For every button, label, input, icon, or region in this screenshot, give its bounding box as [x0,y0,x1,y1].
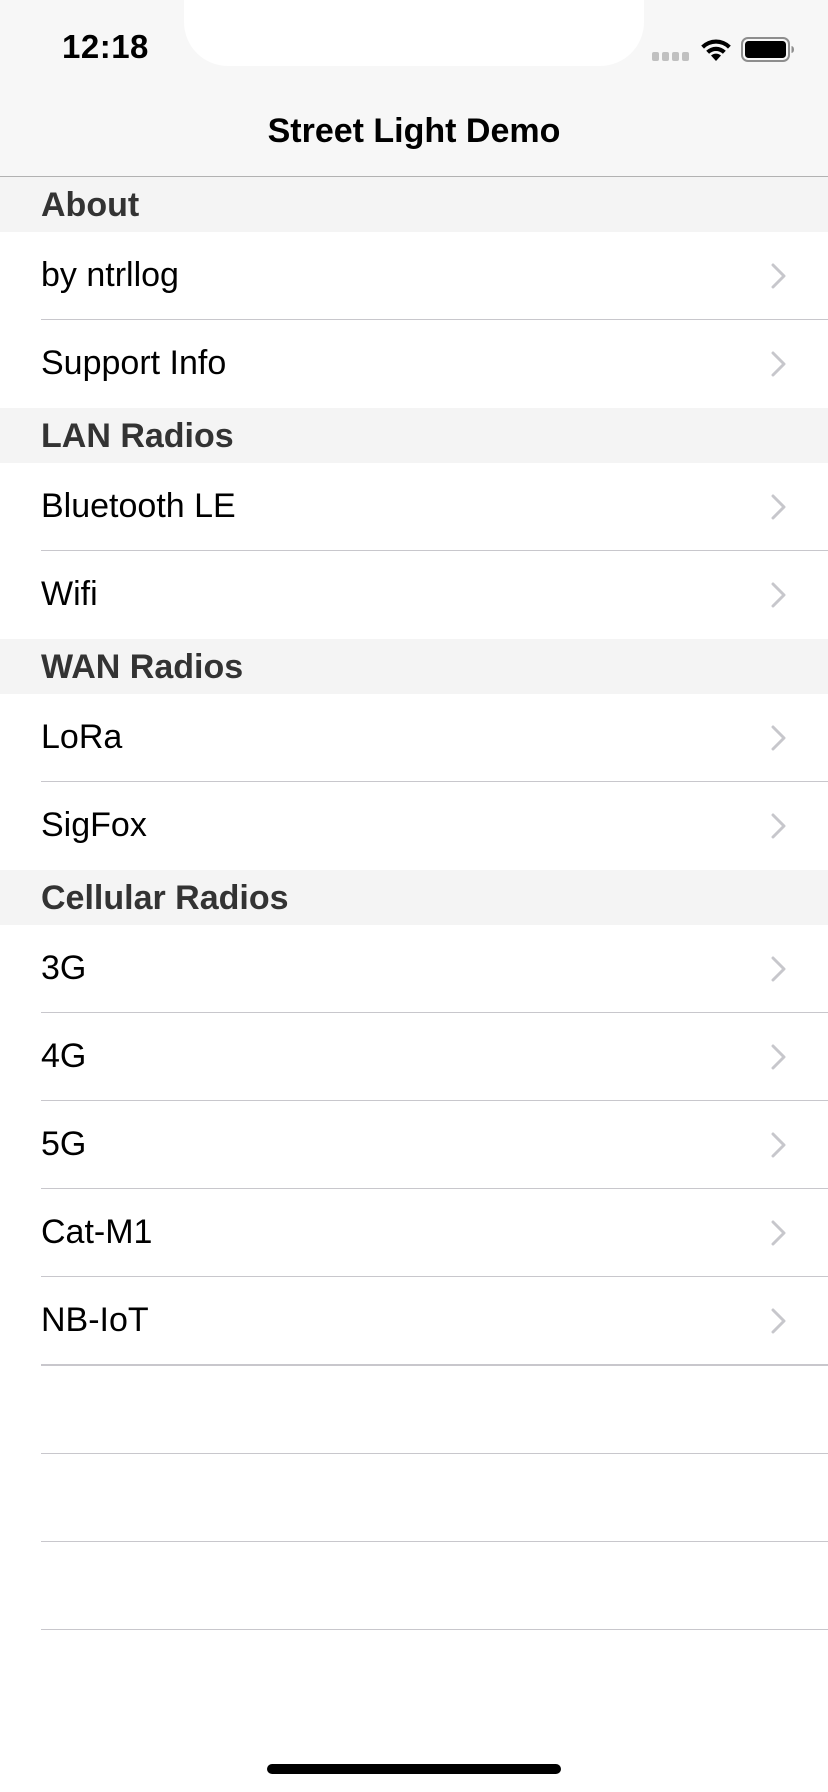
status-bar: 12:18 [0,0,828,100]
list-item-label: Wifi [41,575,98,613]
empty-row [0,1366,828,1454]
chevron-right-icon-glyph [771,582,786,608]
list-item-lora[interactable]: LoRa [0,694,828,782]
chevron-right-icon [771,263,787,289]
status-time: 12:18 [62,28,149,65]
list-item-5g[interactable]: 5G [0,1101,828,1189]
chevron-right-icon-glyph [771,1132,786,1158]
list-item-bluetooth-le[interactable]: Bluetooth LE [0,463,828,551]
wifi-icon [699,36,733,62]
list-item-by-ntrllog[interactable]: by ntrllog [0,232,828,320]
list-item-label: 4G [41,1037,87,1075]
chevron-right-icon-glyph [771,351,786,377]
chevron-right-icon-glyph [771,956,786,982]
list-item-label: 3G [41,949,87,987]
chevron-right-icon-glyph [771,263,786,289]
section-header-about: About [0,177,828,232]
empty-row [0,1454,828,1542]
chevron-right-icon-glyph [771,494,786,520]
radio-list-table: About by ntrllog Support Info LAN Radios Blu… [0,177,828,1365]
row-separator [41,1629,828,1630]
chevron-right-icon-glyph [771,725,786,751]
section-header-label: Cellular Radios [41,879,289,917]
chevron-right-icon-glyph [771,1220,786,1246]
list-item-label: Cat-M1 [41,1213,153,1251]
list-item-4g[interactable]: 4G [0,1013,828,1101]
section-header-label: About [41,186,140,224]
home-indicator[interactable] [267,1764,561,1774]
empty-row [0,1542,828,1630]
list-item-label: by ntrllog [41,256,179,294]
chevron-right-icon [771,813,787,839]
list-item-wifi[interactable]: Wifi [0,551,828,639]
chevron-right-icon [771,1044,787,1070]
device-notch [184,0,644,66]
navigation-bar: Street Light Demo [0,100,828,177]
section-header-cellular-radios: Cellular Radios [0,870,828,925]
chevron-right-icon [771,351,787,377]
section-header-lan-radios: LAN Radios [0,408,828,463]
chevron-right-icon [771,956,787,982]
chevron-right-icon-glyph [771,1044,786,1070]
list-item-label: LoRa [41,718,123,756]
cellular-signal-icon [652,52,692,62]
chevron-right-icon [771,1220,787,1246]
list-item-label: Bluetooth LE [41,487,236,525]
list-item-label: 5G [41,1125,87,1163]
section-header-label: WAN Radios [41,648,244,686]
chevron-right-icon [771,582,787,608]
list-item-3g[interactable]: 3G [0,925,828,1013]
list-item-support-info[interactable]: Support Info [0,320,828,408]
list-item-label: Support Info [41,344,227,382]
battery-icon [741,37,795,63]
section-header-label: LAN Radios [41,417,234,455]
list-item-label: SigFox [41,806,147,844]
chevron-right-icon [771,1132,787,1158]
section-header-wan-radios: WAN Radios [0,639,828,694]
chevron-right-icon-glyph [771,813,786,839]
chevron-right-icon [771,725,787,751]
list-item-cat-m1[interactable]: Cat-M1 [0,1189,828,1277]
chevron-right-icon [771,494,787,520]
page-title: Street Light Demo [267,112,561,150]
list-item-sigfox[interactable]: SigFox [0,782,828,870]
empty-table-area [0,1278,828,1630]
empty-row [0,1278,828,1366]
